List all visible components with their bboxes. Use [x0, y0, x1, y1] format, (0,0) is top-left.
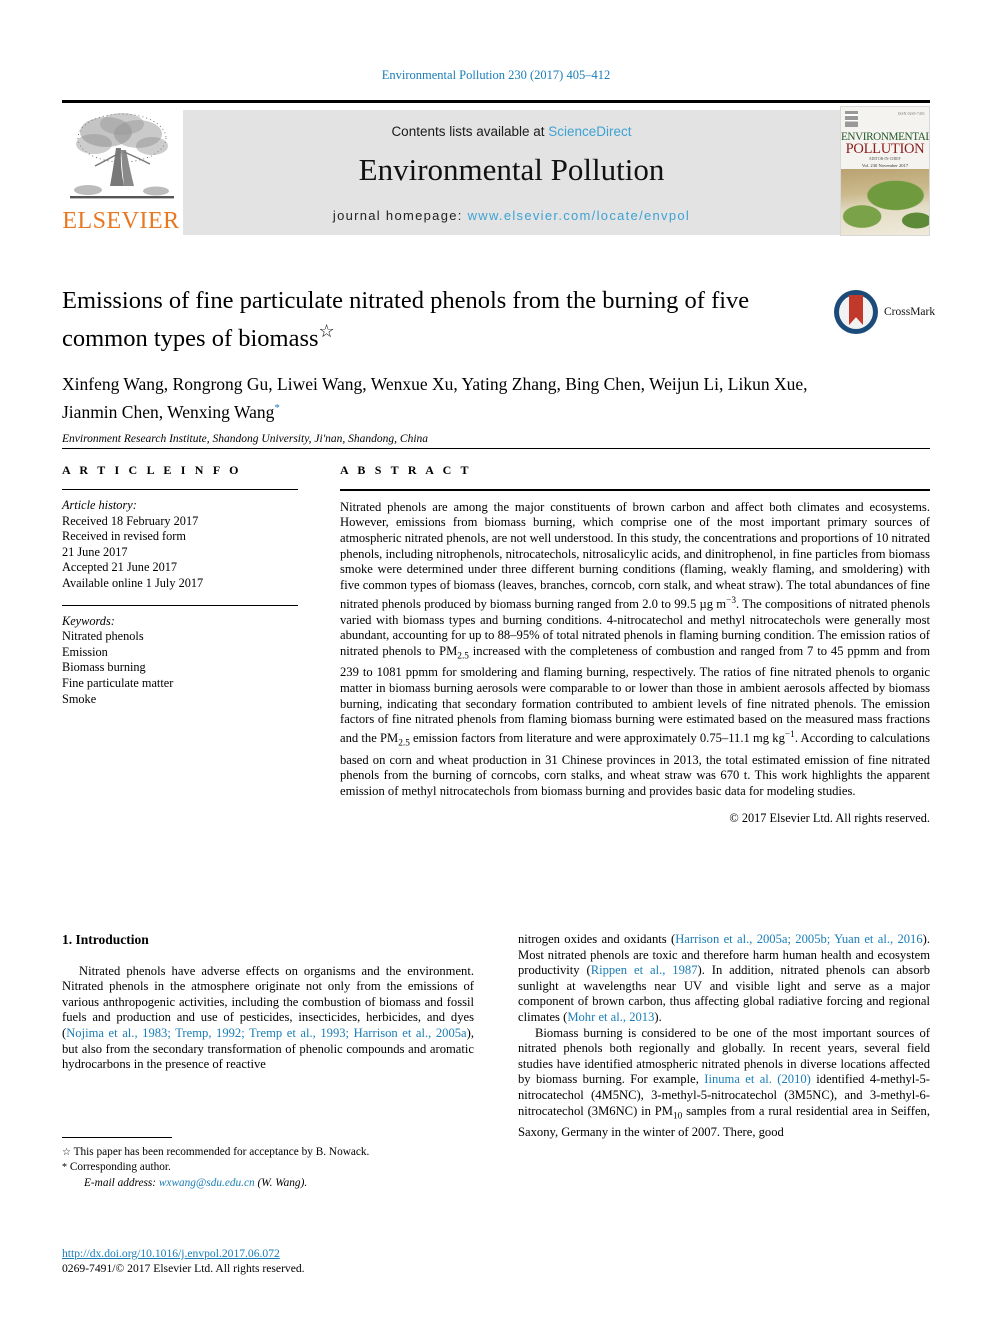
- history-item: Received 18 February 2017: [62, 513, 199, 528]
- cover-issn: ISSN 0269-7491: [897, 112, 925, 116]
- abstract-rule: [340, 489, 930, 491]
- affiliation: Environment Research Institute, Shandong…: [62, 432, 429, 445]
- footnote-email-line: E-mail address: wxwang@sdu.edu.cn (W. Wa…: [62, 1176, 474, 1190]
- footnote-corresponding: * Corresponding author.: [62, 1160, 474, 1175]
- keyword-item: Biomass burning: [62, 660, 146, 675]
- journal-cover-thumbnail[interactable]: ISSN 0269-7491 ENVIRONMENTAL POLLUTION E…: [840, 106, 930, 236]
- intro-right-text-d: ).: [654, 1009, 662, 1024]
- article-history-block: Article history: Received 18 February 20…: [62, 498, 298, 592]
- article-info-divider: [62, 604, 298, 606]
- cover-photo: [841, 169, 929, 235]
- article-history-label: Article history:: [62, 498, 137, 512]
- cover-top-area: ISSN 0269-7491 ENVIRONMENTAL POLLUTION E…: [841, 107, 929, 169]
- footnote-corresponding-text: Corresponding author.: [69, 1161, 171, 1174]
- keywords-block: Keywords: Nitrated phenols Emission Biom…: [62, 614, 298, 708]
- elsevier-wordmark: ELSEVIER: [62, 208, 180, 234]
- keyword-item: Smoke: [62, 691, 97, 706]
- history-item: Accepted 21 June 2017: [62, 560, 178, 575]
- intro-paragraph-2: Biomass burning is considered to be one …: [518, 1026, 930, 1141]
- footnote-acceptance: ☆ This paper has been recommended for ac…: [62, 1145, 474, 1160]
- email-label: E-mail address:: [84, 1176, 159, 1189]
- abstract-subscript-2: 2.5: [398, 738, 410, 749]
- cover-subtitle-1: EDITOR-IN-CHIEF: [869, 157, 901, 161]
- email-suffix: (W. Wang).: [254, 1176, 308, 1189]
- journal-masthead: ELSEVIER Contents lists available at Sci…: [62, 100, 930, 236]
- keyword-item: Fine particulate matter: [62, 675, 174, 690]
- citation-link[interactable]: Mohr et al., 2013: [567, 1010, 654, 1024]
- crossmark-icon: [834, 290, 878, 334]
- journal-banner: Contents lists available at ScienceDirec…: [183, 110, 840, 235]
- cover-subtitle-2: Vol. 230 November 2017: [861, 163, 909, 168]
- abstract-superscript-2: −1: [784, 730, 795, 741]
- citation-link[interactable]: Nojima et al., 1983; Tremp, 1992; Tremp …: [66, 1026, 466, 1040]
- abstract-column: A B S T R A C T Nitrated phenols are amo…: [340, 463, 930, 826]
- issn-copyright-line: 0269-7491/© 2017 Elsevier Ltd. All right…: [62, 1262, 305, 1275]
- abstract-superscript-1: −3: [726, 595, 736, 606]
- citation-link[interactable]: Rippen et al., 1987: [591, 963, 698, 977]
- homepage-label: journal homepage:: [332, 208, 468, 223]
- intro-right-text-a: nitrogen oxides and oxidants (: [518, 932, 676, 946]
- footnote-star-marker: ☆: [62, 1147, 71, 1158]
- intro-paragraph-1: Nitrated phenols have adverse effects on…: [62, 964, 474, 1073]
- info-section-top-rule: [62, 448, 930, 449]
- elsevier-tree-icon: [70, 113, 174, 199]
- abstract-heading: A B S T R A C T: [340, 463, 472, 477]
- running-head: Environmental Pollution 230 (2017) 405–4…: [381, 68, 611, 82]
- article-info-rule: [62, 489, 298, 490]
- title-block: Emissions of fine particulate nitrated p…: [62, 285, 935, 445]
- body-column-left: 1. Introduction Nitrated phenols have ad…: [62, 932, 474, 1073]
- sciencedirect-link[interactable]: ScienceDirect: [548, 124, 631, 139]
- abstract-copyright: © 2017 Elsevier Ltd. All rights reserved…: [729, 810, 930, 825]
- keyword-item: Emission: [62, 644, 108, 659]
- history-item: Received in revised form: [62, 529, 186, 544]
- cover-elsevier-icon: [845, 111, 858, 127]
- corresponding-author-marker: *: [274, 402, 280, 415]
- homepage-url[interactable]: www.elsevier.com/locate/envpol: [468, 208, 691, 223]
- history-item: 21 June 2017: [62, 544, 128, 559]
- abstract-part-4: emission factors from literature and wer…: [409, 731, 785, 746]
- journal-title: Environmental Pollution: [358, 152, 665, 187]
- cover-title-line2: POLLUTION: [845, 141, 925, 157]
- citation-link[interactable]: Iinuma et al. (2010): [704, 1072, 811, 1086]
- keyword-item: Nitrated phenols: [62, 629, 144, 644]
- abstract-text: Nitrated phenols are among the major con…: [340, 500, 930, 800]
- abstract-subscript-1: 2.5: [457, 651, 469, 662]
- crossmark-label: CrossMark: [884, 306, 936, 318]
- crossmark-badge[interactable]: CrossMark: [834, 290, 935, 336]
- body-column-right: nitrogen oxides and oxidants (Harrison e…: [518, 932, 930, 1140]
- footnote-acceptance-text: This paper has been recommended for acce…: [73, 1146, 370, 1158]
- contents-label: Contents lists available at: [391, 124, 549, 139]
- author-names: Xinfeng Wang, Rongrong Gu, Liwei Wang, W…: [62, 374, 808, 422]
- page-footer: http://dx.doi.org/10.1016/j.envpol.2017.…: [62, 1246, 562, 1276]
- article-title-text: Emissions of fine particulate nitrated p…: [62, 287, 750, 353]
- history-item: Available online 1 July 2017: [62, 575, 204, 590]
- masthead-top-rule: [62, 100, 930, 103]
- email-link[interactable]: wxwang@sdu.edu.cn: [159, 1177, 255, 1189]
- journal-homepage-line: journal homepage: www.elsevier.com/locat…: [183, 208, 840, 223]
- elsevier-logo: ELSEVIER: [62, 108, 180, 235]
- pm10-subscript: 10: [672, 1111, 683, 1122]
- contents-line: Contents lists available at ScienceDirec…: [183, 124, 840, 139]
- doi-line: http://dx.doi.org/10.1016/j.envpol.2017.…: [62, 1246, 562, 1261]
- article-page: Environmental Pollution 230 (2017) 405–4…: [0, 0, 992, 1323]
- title-footnote-marker: ☆: [318, 321, 335, 341]
- abstract-part-1: Nitrated phenols are among the major con…: [340, 499, 930, 611]
- article-info-heading: A R T I C L E I N F O: [62, 463, 242, 477]
- footnote-block: ☆ This paper has been recommended for ac…: [62, 1137, 474, 1190]
- footnote-divider: [62, 1137, 172, 1138]
- section-title-introduction: 1. Introduction: [62, 932, 149, 947]
- footnote-asterisk-marker: *: [62, 1162, 67, 1174]
- page-title: Emissions of fine particulate nitrated p…: [62, 285, 832, 354]
- keywords-label: Keywords:: [62, 613, 115, 628]
- doi-link[interactable]: http://dx.doi.org/10.1016/j.envpol.2017.…: [62, 1247, 280, 1260]
- author-list: Xinfeng Wang, Rongrong Gu, Liwei Wang, W…: [62, 372, 852, 424]
- article-info-column: A R T I C L E I N F O Article history: R…: [62, 463, 298, 707]
- intro-paragraph-1-cont: nitrogen oxides and oxidants (Harrison e…: [518, 932, 930, 1026]
- citation-link[interactable]: Harrison et al., 2005a; 2005b; Yuan et a…: [675, 932, 922, 946]
